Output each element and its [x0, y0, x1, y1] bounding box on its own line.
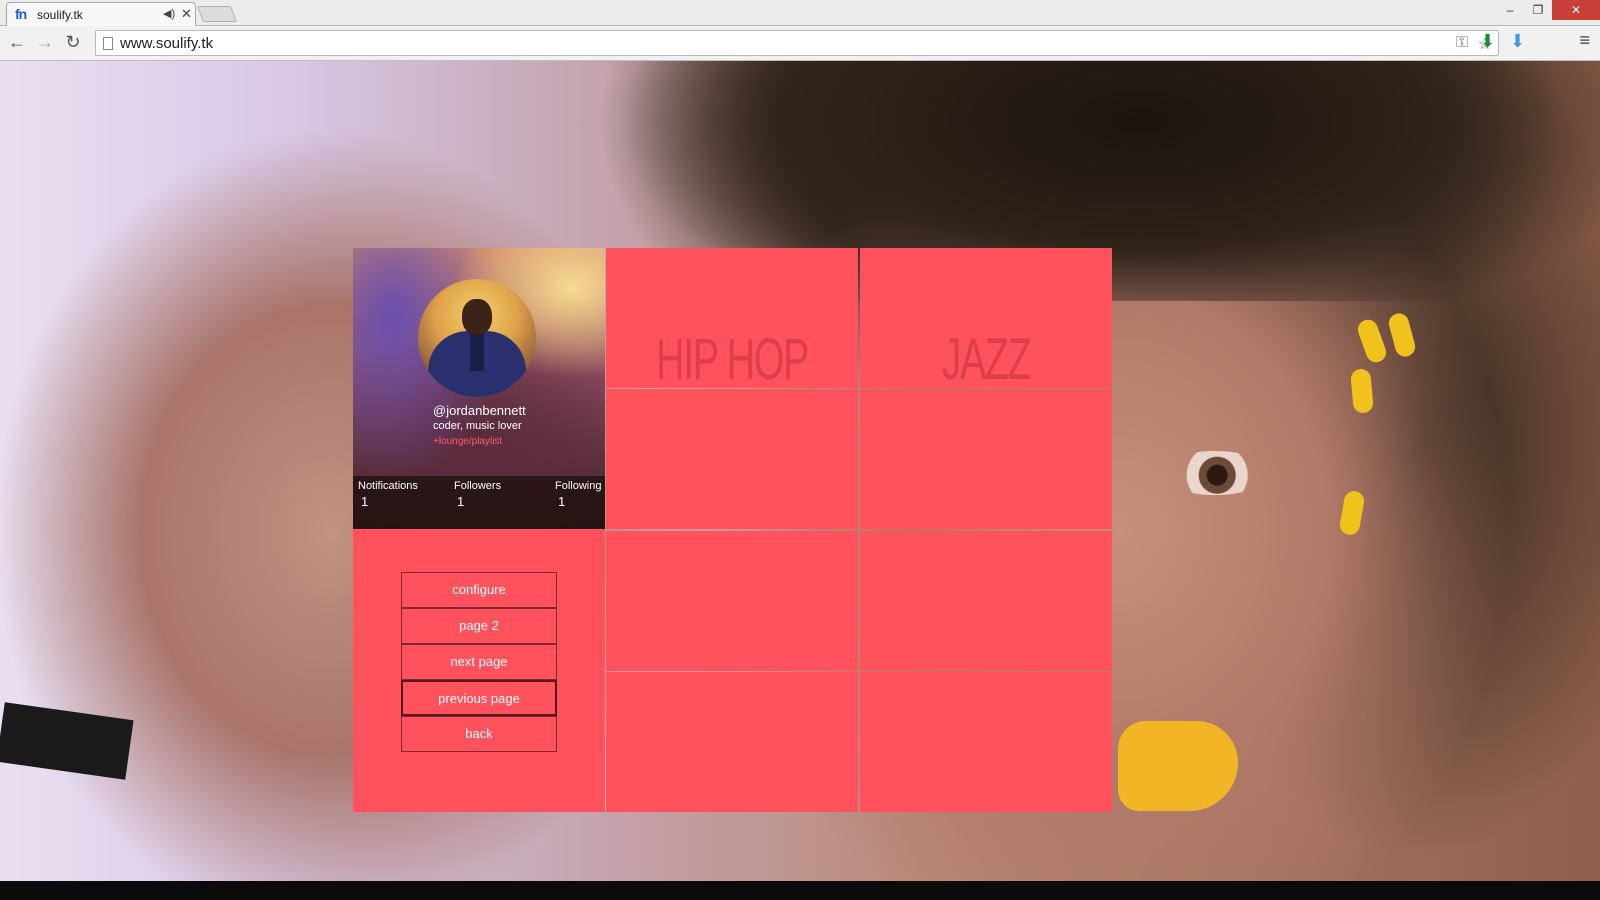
- tab-soulify[interactable]: fn soulify.tk ◀) ✕: [6, 2, 196, 26]
- genre-tile[interactable]: [860, 672, 1112, 812]
- genre-tile[interactable]: [860, 389, 1112, 529]
- genre-tile[interactable]: [606, 531, 858, 671]
- stat-followers[interactable]: Followers 1: [454, 480, 501, 509]
- window-controls: – ❐ ✕: [1496, 0, 1600, 20]
- stat-label: Following: [555, 480, 602, 492]
- address-bar[interactable]: www.soulify.tk ⚿ ☆: [95, 30, 1499, 56]
- background-photo-nail: [1350, 368, 1374, 414]
- forward-arrow-icon[interactable]: →: [34, 32, 56, 53]
- profile-handle[interactable]: @jordanbennett: [433, 403, 526, 418]
- back-arrow-icon[interactable]: ←: [6, 32, 28, 53]
- window-close-button[interactable]: ✕: [1552, 0, 1600, 20]
- menu-icon[interactable]: ≡: [1579, 30, 1590, 51]
- tab-title: soulify.tk: [37, 8, 83, 22]
- stat-following[interactable]: Following 1: [555, 480, 601, 509]
- browser-chrome: fn soulify.tk ◀) ✕ – ❐ ✕ ← → ↻ www.souli…: [0, 0, 1600, 61]
- background-photo-eye: [1160, 451, 1270, 495]
- speaker-icon[interactable]: ◀): [163, 7, 175, 20]
- page-background: @jordanbennett coder, music lover +loung…: [0, 61, 1600, 900]
- page-icon: [103, 37, 113, 50]
- avatar-collar: [470, 331, 484, 371]
- profile-card: @jordanbennett coder, music lover +loung…: [353, 248, 605, 529]
- genre-grid: HIP HOP JAZZ: [606, 248, 1113, 812]
- soulify-panel: @jordanbennett coder, music lover +loung…: [353, 248, 1113, 812]
- reload-icon[interactable]: ↻: [62, 32, 84, 53]
- new-tab-button[interactable]: [197, 6, 237, 22]
- playlist-link[interactable]: +lounge/playlist: [433, 436, 502, 447]
- genre-tile-hip-hop[interactable]: HIP HOP: [606, 248, 858, 388]
- genre-tile-jazz[interactable]: JAZZ: [860, 248, 1112, 388]
- genre-label: JAZZ: [941, 327, 1032, 388]
- next-page-button[interactable]: next page: [401, 644, 557, 680]
- stat-value: 1: [558, 494, 566, 509]
- avatar[interactable]: [418, 279, 536, 397]
- avatar-head: [462, 299, 492, 335]
- background-photo-nail: [1386, 311, 1418, 359]
- tab-strip: fn soulify.tk ◀) ✕ – ❐ ✕: [0, 0, 1600, 26]
- genre-tile[interactable]: [860, 531, 1112, 671]
- bottom-bar: [0, 881, 1600, 900]
- profile-bio: coder, music lover: [433, 420, 522, 432]
- stat-value: 1: [457, 494, 465, 509]
- page-2-button[interactable]: page 2: [401, 608, 557, 644]
- download-green-icon[interactable]: ⬇: [1480, 31, 1495, 52]
- background-photo-strap: [0, 702, 134, 780]
- background-photo-lips: [1118, 721, 1238, 811]
- key-icon[interactable]: ⚿: [1456, 34, 1468, 52]
- restore-button[interactable]: ❐: [1524, 0, 1552, 20]
- url-text[interactable]: www.soulify.tk: [120, 35, 213, 52]
- stat-label: Followers: [454, 480, 502, 492]
- close-icon[interactable]: ✕: [181, 6, 192, 22]
- menu-area: configure page 2 next page previous page…: [353, 529, 605, 812]
- previous-page-button[interactable]: previous page: [401, 680, 557, 716]
- configure-button[interactable]: configure: [401, 572, 557, 608]
- genre-label: HIP HOP: [656, 327, 809, 388]
- genre-tile[interactable]: [606, 672, 858, 812]
- browser-toolbar: ← → ↻ www.soulify.tk ⚿ ☆ ⬇ ⬇ ≡: [0, 27, 1600, 60]
- soulify-favicon-icon: fn: [15, 6, 27, 22]
- stats-bar: Notifications 1 Followers 1 Following 1: [353, 476, 605, 529]
- stat-label: Notifications: [358, 480, 418, 492]
- minimize-button[interactable]: –: [1496, 0, 1524, 20]
- background-photo-nail: [1355, 316, 1389, 366]
- back-button[interactable]: back: [401, 716, 557, 752]
- background-photo-nail: [1338, 489, 1366, 537]
- genre-tile[interactable]: [606, 389, 858, 529]
- stat-notifications[interactable]: Notifications 1: [358, 480, 418, 509]
- stat-value: 1: [361, 494, 369, 509]
- download-blue-icon[interactable]: ⬇: [1510, 31, 1525, 52]
